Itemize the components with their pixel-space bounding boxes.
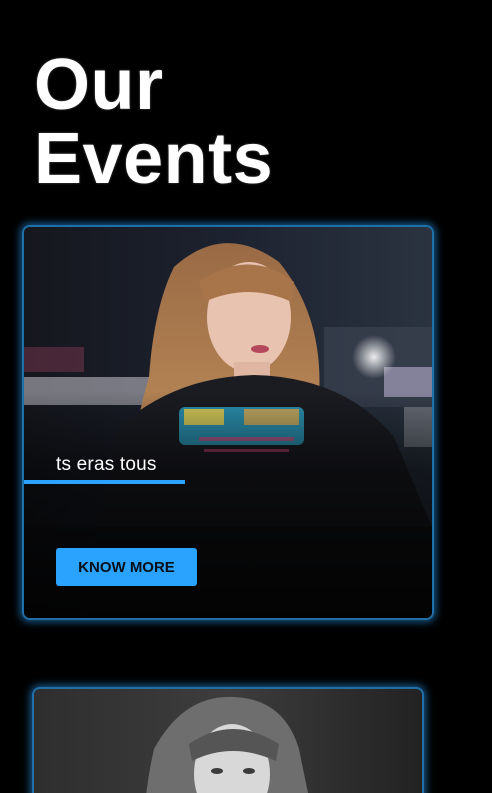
event-photo bbox=[34, 689, 422, 793]
events-page: Our Events ts eras tous KNOW MORE bbox=[0, 0, 492, 793]
page-title-line-1: Our bbox=[34, 45, 164, 125]
event-title: ts eras tous bbox=[56, 454, 157, 475]
event-card[interactable] bbox=[32, 687, 424, 793]
page-title-line-2: Events bbox=[34, 119, 274, 199]
title-underline bbox=[24, 480, 185, 484]
event-card[interactable]: ts eras tous KNOW MORE bbox=[22, 225, 434, 620]
know-more-button[interactable]: KNOW MORE bbox=[56, 548, 197, 586]
page-title: Our Events bbox=[34, 48, 273, 196]
